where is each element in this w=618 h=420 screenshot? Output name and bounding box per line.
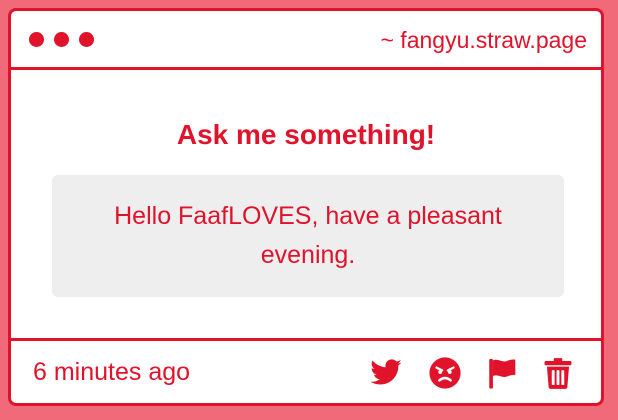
window-dot-icon — [79, 32, 94, 47]
trash-icon[interactable] — [541, 356, 575, 390]
window-titlebar: ~ fangyu.straw.page — [11, 11, 601, 70]
page-url: ~ fangyu.straw.page — [380, 27, 587, 53]
twitter-icon[interactable] — [369, 356, 403, 390]
page-title: Ask me something! — [176, 119, 436, 150]
window-dot-icon — [29, 32, 44, 47]
question-card: ~ fangyu.straw.page Ask me something! He… — [8, 8, 604, 406]
timestamp: 6 minutes ago — [33, 358, 191, 386]
flag-icon[interactable] — [485, 356, 519, 390]
message-text: Hello FaafLOVES, have a pleasant evening… — [114, 202, 502, 269]
message-box: Hello FaafLOVES, have a pleasant evening… — [52, 175, 564, 297]
window-dot-icon — [54, 32, 69, 47]
angry-face-icon[interactable] — [428, 356, 462, 390]
card-footer: 6 minutes ago — [11, 338, 601, 403]
